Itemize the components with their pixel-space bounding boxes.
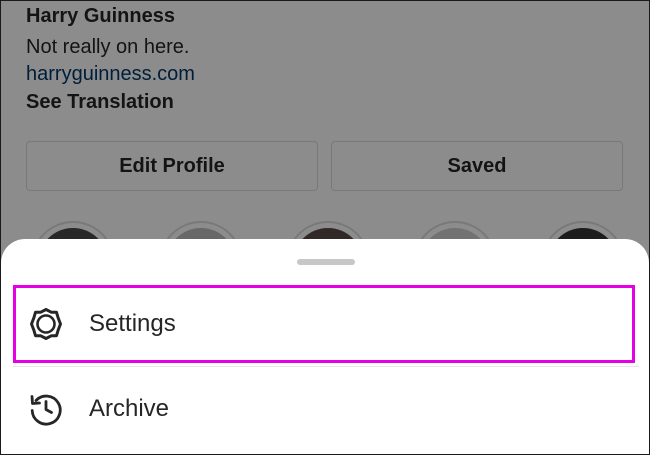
menu-item-settings[interactable]: Settings xyxy=(13,285,635,363)
app-frame: Harry Guinness Not really on here. harry… xyxy=(0,0,650,455)
menu-item-label: Archive xyxy=(89,395,170,422)
menu-item-archive[interactable]: Archive xyxy=(13,370,635,448)
menu-divider xyxy=(13,366,639,367)
history-clock-icon xyxy=(29,392,63,426)
menu-item-label: Settings xyxy=(89,310,176,337)
gear-icon xyxy=(29,307,63,341)
sheet-drag-handle[interactable] xyxy=(297,259,355,265)
bottom-sheet-menu: Settings Archive xyxy=(1,239,649,454)
